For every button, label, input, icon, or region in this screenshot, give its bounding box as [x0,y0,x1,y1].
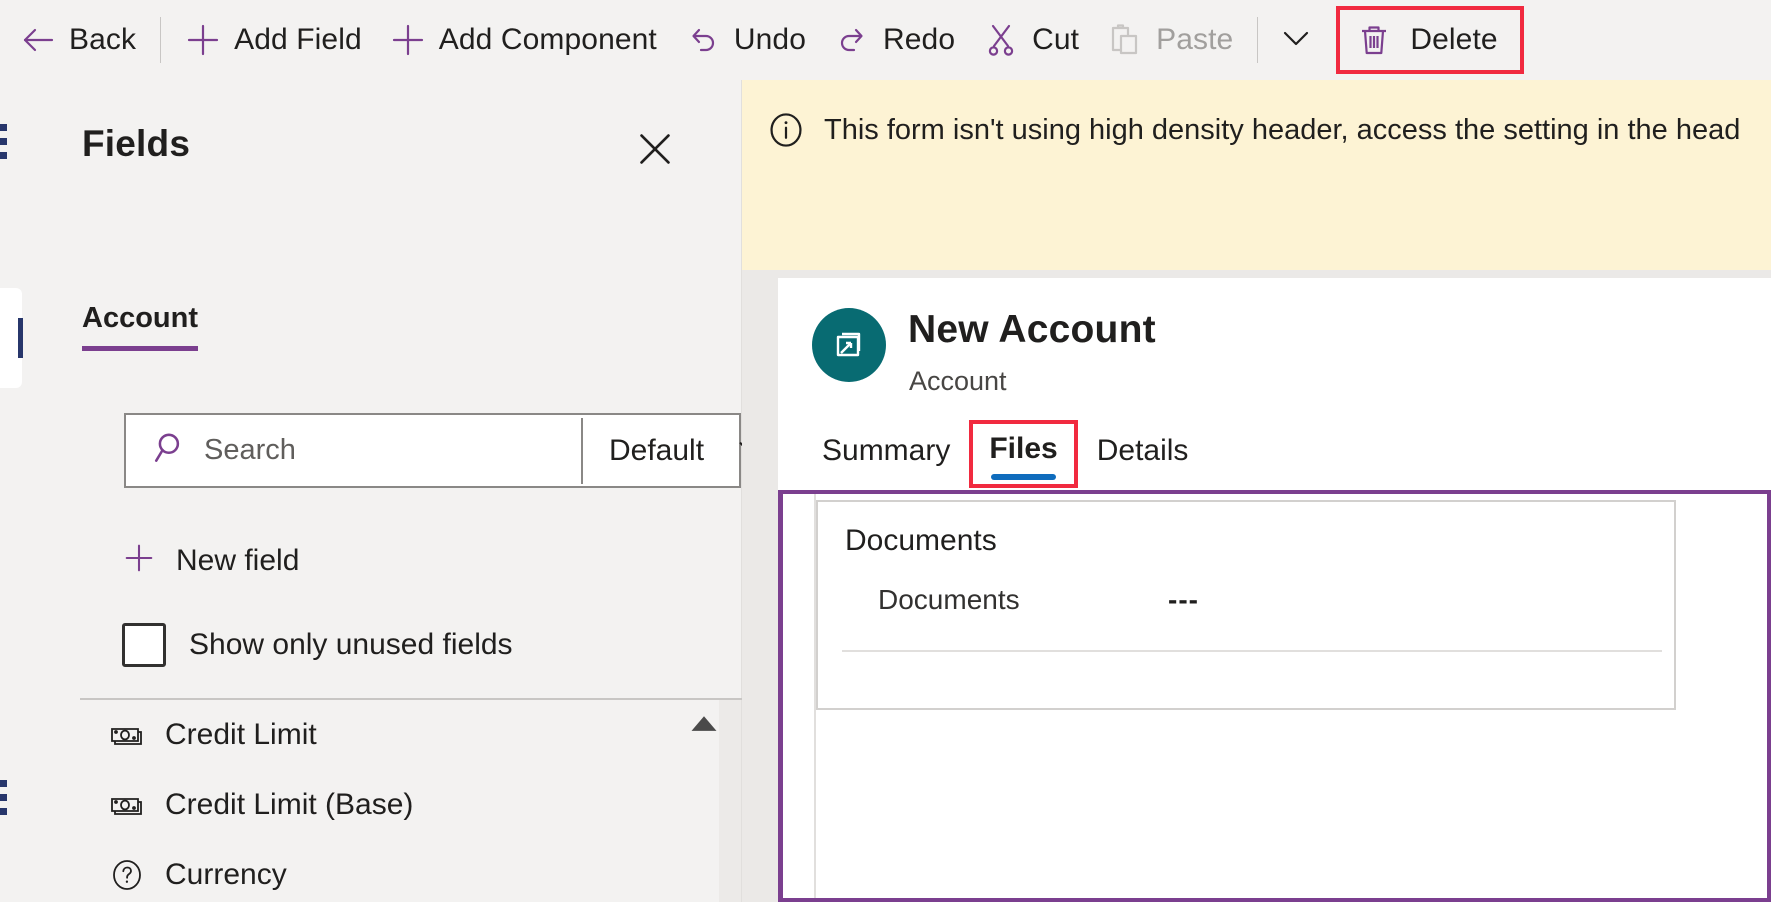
command-bar: Back Add Field Add Component Undo Redo C… [0,0,1771,80]
form-tabs: Summary Files Details [806,420,1205,488]
delete-label: Delete [1410,23,1498,56]
form-canvas: This form isn't using high density heade… [742,80,1771,902]
form-card: New Account Account Summary Files Detail… [778,278,1771,902]
field-label: Credit Limit (Base) [165,788,414,821]
left-rail [0,80,40,902]
tab-files-label: Files [989,432,1058,465]
list-icon-2[interactable] [0,780,14,815]
tab-account[interactable]: Account [82,302,198,351]
currency-icon [108,716,146,754]
field-list-item[interactable]: Credit Limit [80,700,742,770]
page-title: New Account [908,308,1156,351]
paste-label: Paste [1156,23,1234,56]
scissors-icon [983,22,1019,58]
toolbar-separator-2 [1257,17,1259,63]
show-only-unused-fields-checkbox[interactable]: Show only unused fields [122,623,513,667]
undo-label: Undo [733,23,806,56]
entity-subtitle: Account [909,366,1007,396]
tab-details[interactable]: Details [1081,434,1205,482]
list-icon[interactable] [0,124,14,159]
files-tab-panel[interactable]: Documents Documents --- [778,490,1771,902]
field-label: Documents [878,584,1020,615]
info-icon [766,108,806,155]
chevron-down-icon [1278,20,1314,61]
toolbar-separator [160,17,162,63]
section-title: Documents [845,524,997,557]
arrow-left-icon [20,22,56,58]
plus-icon [390,22,426,58]
documents-section[interactable]: Documents Documents --- [816,500,1676,710]
cut-label: Cut [1032,23,1080,56]
redo-icon [834,22,870,58]
undo-button[interactable]: Undo [671,10,820,70]
paste-button[interactable]: Paste [1093,10,1247,70]
field-list-item[interactable]: Currency [80,840,742,902]
undo-icon [685,22,721,58]
section-rule [842,650,1662,652]
notification-bar: This form isn't using high density heade… [742,80,1771,270]
back-button[interactable]: Back [6,10,150,70]
plus-icon [185,22,221,58]
delete-button[interactable]: Delete [1336,6,1524,74]
search-icon [152,429,190,472]
back-label: Back [69,23,137,56]
trash-icon [1356,22,1392,58]
plus-icon [122,541,156,580]
cut-button[interactable]: Cut [969,10,1093,70]
field-label: Credit Limit [165,718,317,751]
caret-up-icon[interactable] [683,712,725,746]
field-filter-value: Default [609,433,705,467]
tab-files[interactable]: Files [969,420,1078,488]
new-field-button[interactable]: New field [122,541,299,580]
documents-field-row[interactable]: Documents --- [878,584,1674,616]
account-entity-icon [812,308,886,382]
close-icon[interactable] [631,125,679,173]
add-field-button[interactable]: Add Field [171,10,376,70]
field-search-box: Default [124,413,763,488]
field-value: --- [1168,584,1199,615]
lookup-icon [108,856,146,894]
add-component-label: Add Component [438,23,657,56]
show-only-unused-fields-label: Show only unused fields [189,628,513,661]
notification-text: This form isn't using high density heade… [824,114,1741,146]
panel-tabs: Account [82,302,198,351]
field-label: Currency [165,858,287,891]
add-field-label: Add Field [234,23,362,56]
form-header: New Account Account Summary Files Detail… [778,278,1771,488]
currency-icon [108,786,146,824]
checkbox-box [122,623,166,667]
new-field-label: New field [176,543,300,577]
rail-selected-indicator [18,318,23,358]
field-list: Credit Limit Credit Limit (Base) Currenc… [80,700,742,902]
redo-label: Redo [883,23,956,56]
tab-summary[interactable]: Summary [806,434,966,482]
clipboard-icon [1107,22,1143,58]
field-list-item[interactable]: Credit Limit (Base) [80,770,742,840]
search-input[interactable] [204,415,581,486]
panel-title: Fields [82,123,191,164]
redo-button[interactable]: Redo [820,10,969,70]
overflow-button[interactable] [1268,10,1324,70]
add-component-button[interactable]: Add Component [376,10,671,70]
fields-panel: Fields Account Default New fiel [40,80,763,902]
tab-active-underline [991,474,1056,480]
